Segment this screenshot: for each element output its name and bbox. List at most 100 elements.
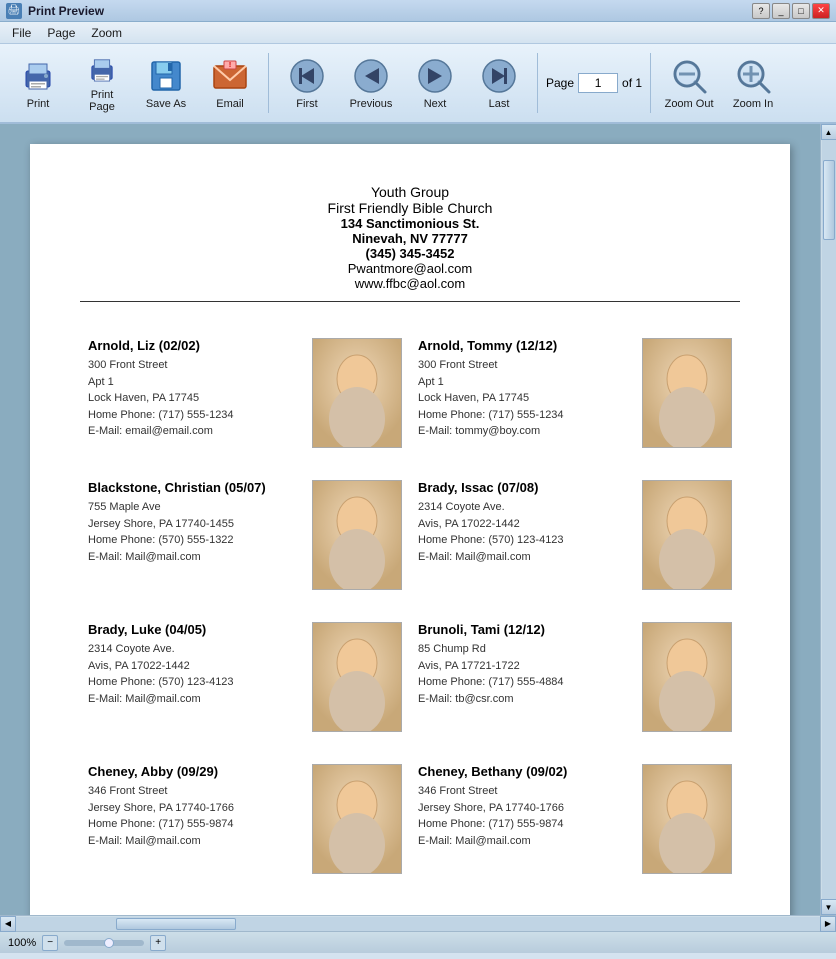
entry-detail: E-Mail: tommy@boy.com bbox=[418, 423, 642, 440]
entry-photo bbox=[642, 480, 732, 590]
save-as-button[interactable]: Save As bbox=[136, 48, 196, 118]
church-address: 134 Sanctimonious St. bbox=[80, 216, 740, 231]
entry-detail: E-Mail: tb@csr.com bbox=[418, 691, 642, 708]
entry-detail: 2314 Coyote Ave. bbox=[88, 641, 312, 658]
entry-detail: E-Mail: Mail@mail.com bbox=[88, 549, 312, 566]
entry-info: Brady, Luke (04/05)2314 Coyote Ave.Avis,… bbox=[88, 622, 312, 732]
page-label: Page bbox=[546, 76, 574, 90]
email-button[interactable]: ! Email bbox=[200, 48, 260, 118]
person-photo bbox=[643, 481, 731, 589]
menu-file[interactable]: File bbox=[4, 24, 39, 42]
entry-info: Brady, Issac (07/08)2314 Coyote Ave.Avis… bbox=[418, 480, 642, 590]
entry-name: Arnold, Liz (02/02) bbox=[88, 338, 312, 353]
directory-entry: Brady, Luke (04/05)2314 Coyote Ave.Avis,… bbox=[80, 606, 410, 748]
entry-detail: 85 Chump Rd bbox=[418, 641, 642, 658]
print-icon bbox=[18, 56, 58, 96]
zoom-slider-thumb[interactable] bbox=[104, 938, 114, 948]
first-button[interactable]: First bbox=[277, 48, 337, 118]
previous-icon bbox=[351, 56, 391, 96]
entry-detail: Home Phone: (717) 555-9874 bbox=[418, 816, 642, 833]
entry-photo bbox=[312, 622, 402, 732]
entry-info: Cheney, Abby (09/29) 346 Front StreetJers… bbox=[88, 764, 312, 874]
entry-detail: Home Phone: (717) 555-9874 bbox=[88, 816, 312, 833]
email-icon: ! bbox=[210, 56, 250, 96]
entry-info: Arnold, Liz (02/02)300 Front StreetApt 1… bbox=[88, 338, 312, 448]
toolbar-separator-2 bbox=[537, 53, 538, 113]
horizontal-scrollbar: ◀ ▶ bbox=[0, 915, 836, 931]
scroll-track[interactable] bbox=[822, 140, 836, 899]
entry-detail: Apt 1 bbox=[88, 374, 312, 391]
entry-detail: Avis, PA 17022-1442 bbox=[418, 516, 642, 533]
next-button[interactable]: Next bbox=[405, 48, 465, 118]
window-title: Print Preview bbox=[28, 4, 752, 18]
app-icon: 🖨 bbox=[6, 3, 22, 19]
h-scroll-thumb[interactable] bbox=[116, 918, 236, 930]
page-navigator: Page of 1 bbox=[546, 73, 642, 93]
previous-label: Previous bbox=[350, 98, 393, 110]
entry-photo bbox=[312, 764, 402, 874]
entry-detail: Home Phone: (717) 555-4884 bbox=[418, 674, 642, 691]
entry-detail: E-Mail: Mail@mail.com bbox=[418, 549, 642, 566]
entry-detail: 346 Front Street bbox=[88, 783, 312, 800]
print-page: Youth Group First Friendly Bible Church … bbox=[30, 144, 790, 915]
zoom-percent: 100% bbox=[8, 937, 36, 949]
entry-detail: Home Phone: (570) 555-1322 bbox=[88, 532, 312, 549]
scroll-thumb[interactable] bbox=[823, 160, 835, 240]
zoom-out-button[interactable]: Zoom Out bbox=[659, 48, 719, 118]
print-page-button[interactable]: Print Page bbox=[72, 48, 132, 118]
entry-detail: Home Phone: (717) 555-1234 bbox=[418, 407, 642, 424]
entry-info: Arnold, Tommy (12/12) 300 Front StreetApt… bbox=[418, 338, 642, 448]
menu-zoom[interactable]: Zoom bbox=[83, 24, 130, 42]
window-controls: ? _ □ ✕ bbox=[752, 3, 830, 19]
scroll-right-arrow[interactable]: ▶ bbox=[820, 916, 836, 932]
zoom-plus-button[interactable]: + bbox=[150, 935, 166, 951]
entry-name: Arnold, Tommy (12/12) bbox=[418, 338, 642, 353]
maximize-btn[interactable]: □ bbox=[792, 3, 810, 19]
svg-text:!: ! bbox=[229, 62, 231, 69]
close-btn[interactable]: ✕ bbox=[812, 3, 830, 19]
directory-entry: Brady, Issac (07/08)2314 Coyote Ave.Avis… bbox=[410, 464, 740, 606]
print-label: Print bbox=[27, 98, 50, 110]
entry-detail: Jersey Shore, PA 17740-1455 bbox=[88, 516, 312, 533]
entry-name: Brady, Luke (04/05) bbox=[88, 622, 312, 637]
entry-detail: E-Mail: Mail@mail.com bbox=[88, 833, 312, 850]
zoom-minus-button[interactable]: − bbox=[42, 935, 58, 951]
directory-grid: Arnold, Liz (02/02)300 Front StreetApt 1… bbox=[80, 322, 740, 890]
person-photo bbox=[313, 339, 401, 447]
entry-name: Brunoli, Tami (12/12) bbox=[418, 622, 642, 637]
entry-detail: Avis, PA 17721-1722 bbox=[418, 658, 642, 675]
menu-page[interactable]: Page bbox=[39, 24, 83, 42]
scroll-up-arrow[interactable]: ▲ bbox=[821, 124, 836, 140]
page-number-input[interactable] bbox=[578, 73, 618, 93]
entry-detail: E-Mail: Mail@mail.com bbox=[88, 691, 312, 708]
scroll-down-arrow[interactable]: ▼ bbox=[821, 899, 836, 915]
zoom-slider[interactable] bbox=[64, 940, 144, 946]
minimize-btn[interactable]: _ bbox=[772, 3, 790, 19]
print-button[interactable]: Print bbox=[8, 48, 68, 118]
entry-detail: 300 Front Street bbox=[418, 357, 642, 374]
scroll-left-arrow[interactable]: ◀ bbox=[0, 916, 16, 932]
menu-bar: File Page Zoom bbox=[0, 22, 836, 44]
entry-detail: Home Phone: (717) 555-1234 bbox=[88, 407, 312, 424]
group-name: Youth Group bbox=[80, 184, 740, 200]
entry-detail: Jersey Shore, PA 17740-1766 bbox=[88, 800, 312, 817]
entry-detail: 2314 Coyote Ave. bbox=[418, 499, 642, 516]
person-photo bbox=[313, 765, 401, 873]
help-btn[interactable]: ? bbox=[752, 3, 770, 19]
person-photo bbox=[313, 481, 401, 589]
h-scroll-track[interactable] bbox=[16, 917, 820, 931]
person-photo bbox=[643, 623, 731, 731]
entry-detail: Jersey Shore, PA 17740-1766 bbox=[418, 800, 642, 817]
directory-entry: Blackstone, Christian (05/07)755 Maple A… bbox=[80, 464, 410, 606]
last-button[interactable]: Last bbox=[469, 48, 529, 118]
entry-name: Cheney, Abby (09/29) bbox=[88, 764, 312, 779]
entry-detail: Apt 1 bbox=[418, 374, 642, 391]
zoom-in-label: Zoom In bbox=[733, 98, 773, 110]
previous-button[interactable]: Previous bbox=[341, 48, 401, 118]
email-label: Email bbox=[216, 98, 244, 110]
church-email: Pwantmore@aol.com bbox=[80, 261, 740, 276]
content-scroll[interactable]: Youth Group First Friendly Bible Church … bbox=[0, 124, 820, 915]
entry-detail: Lock Haven, PA 17745 bbox=[88, 390, 312, 407]
entry-photo bbox=[312, 338, 402, 448]
zoom-in-button[interactable]: Zoom In bbox=[723, 48, 783, 118]
